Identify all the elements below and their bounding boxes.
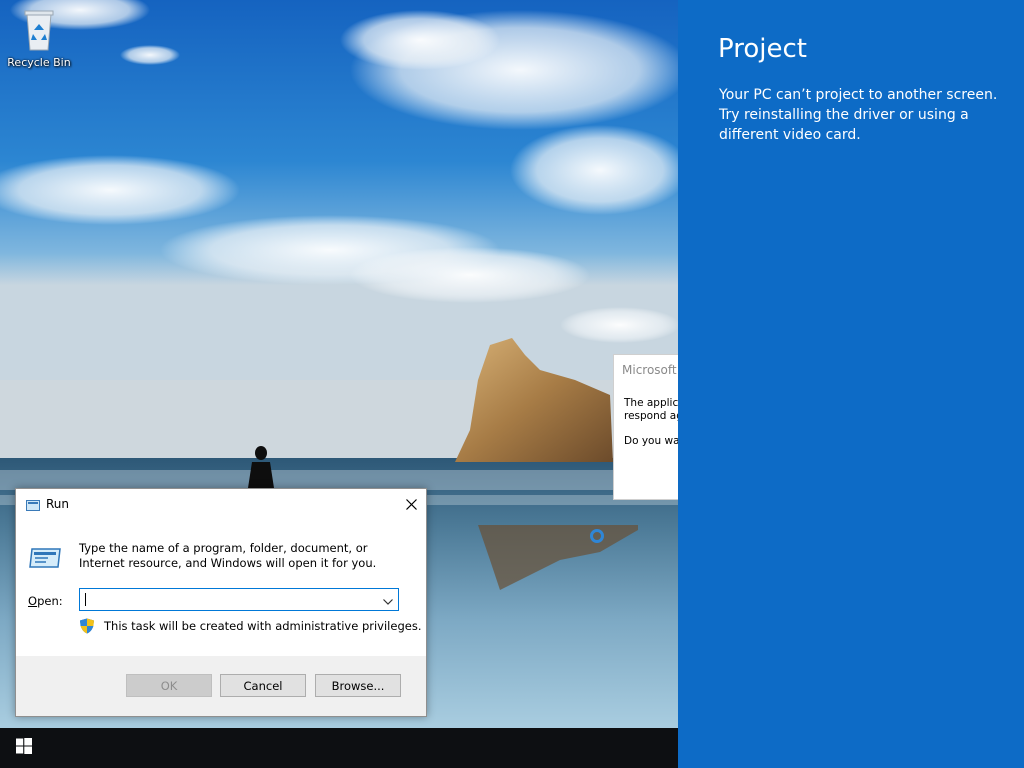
browse-button[interactable]: Browse... — [315, 674, 401, 697]
desktop-icon-label: Recycle Bin — [7, 56, 71, 69]
close-button[interactable] — [396, 489, 426, 519]
uac-shield-icon — [79, 618, 95, 637]
run-app-icon — [26, 497, 40, 516]
project-title: Project — [718, 34, 807, 64]
cancel-button[interactable]: Cancel — [220, 674, 306, 697]
dialog-question: Do you war — [624, 435, 684, 447]
text-caret — [85, 593, 86, 606]
run-dialog[interactable]: Run Type the name of a program, folder, … — [15, 488, 427, 717]
busy-cursor-icon — [590, 529, 604, 543]
open-label-text: pen: — [37, 594, 63, 608]
run-titlebar[interactable]: Run — [16, 489, 426, 519]
open-combobox[interactable] — [79, 588, 399, 611]
admin-note-text: This task will be created with administr… — [104, 619, 422, 633]
desktop-icon-recycle-bin[interactable]: Recycle Bin — [4, 8, 74, 69]
start-button[interactable] — [0, 728, 48, 768]
taskbar — [0, 728, 678, 768]
dialog-body-line: respond ag — [624, 410, 683, 422]
open-dropdown-button[interactable] — [378, 589, 398, 610]
open-label-accelerator: O — [28, 594, 38, 608]
open-input[interactable] — [80, 589, 380, 610]
run-description: Type the name of a program, folder, docu… — [79, 541, 377, 570]
run-dialog-body: Type the name of a program, folder, docu… — [16, 519, 426, 656]
project-message: Your PC can’t project to another screen.… — [719, 87, 998, 143]
windows-logo-icon — [16, 738, 32, 758]
close-icon — [405, 495, 417, 514]
run-dialog-title: Run — [46, 497, 70, 511]
dialog-body-line: The applica — [624, 397, 685, 409]
project-pane: Project Your PC can’t project to another… — [678, 0, 1024, 768]
desktop: Recycle Bin Microsoft W The applica resp… — [0, 0, 1024, 768]
chevron-down-icon — [383, 590, 393, 609]
recycle-bin-icon — [19, 8, 59, 52]
run-dialog-footer: OK Cancel Browse... — [16, 656, 426, 716]
ok-button[interactable]: OK — [126, 674, 212, 697]
open-label: Open: — [28, 594, 63, 608]
run-program-icon — [28, 543, 62, 575]
dialog-body: The applica respond ag — [624, 397, 685, 423]
admin-note: This task will be created with administr… — [79, 618, 421, 634]
